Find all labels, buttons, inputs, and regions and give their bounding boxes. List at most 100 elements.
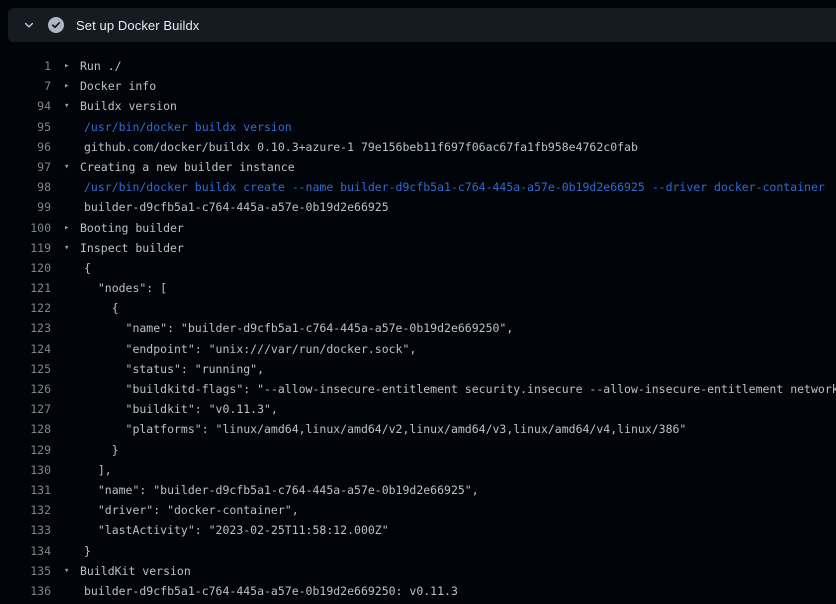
log-line: 124 "endpoint": "unix:///var/run/docker.…	[0, 339, 836, 359]
line-number[interactable]: 125	[0, 359, 51, 379]
line-number[interactable]: 123	[0, 318, 51, 338]
output-text: "lastActivity": "2023-02-25T11:58:12.000…	[80, 520, 836, 540]
line-number[interactable]: 130	[0, 460, 51, 480]
line-number[interactable]: 134	[0, 541, 51, 561]
arrow-spacer	[64, 177, 80, 197]
log-line: 100 ▸Booting builder	[0, 218, 836, 238]
output-text: "status": "running",	[80, 359, 836, 379]
line-number[interactable]: 120	[0, 258, 51, 278]
log-line: 95/usr/bin/docker buildx version	[0, 117, 836, 137]
output-text: "buildkitd-flags": "--allow-insecure-ent…	[80, 379, 836, 399]
line-number[interactable]: 1	[0, 56, 51, 76]
log-line: 94 ▾Buildx version	[0, 96, 836, 116]
line-number[interactable]: 99	[0, 197, 51, 217]
log-line: 1 ▸Run ./	[0, 56, 836, 76]
arrow-spacer	[64, 117, 80, 137]
arrow-spacer	[64, 339, 80, 359]
line-number[interactable]: 94	[0, 96, 51, 116]
chevron-down-icon[interactable]	[23, 19, 35, 31]
group-title[interactable]: Creating a new builder instance	[80, 157, 836, 177]
output-text: {	[80, 258, 836, 278]
arrow-spacer	[64, 480, 80, 500]
line-number[interactable]: 97	[0, 157, 51, 177]
log-line: 96 github.com/docker/buildx 0.10.3+azure-…	[0, 137, 836, 157]
group-expanded-triangle-icon[interactable]: ▾	[64, 561, 80, 581]
arrow-spacer	[64, 541, 80, 561]
arrow-spacer	[64, 460, 80, 480]
group-collapsed-triangle-icon[interactable]: ▸	[64, 218, 80, 238]
line-number[interactable]: 119	[0, 238, 51, 258]
line-number[interactable]: 95	[0, 117, 51, 137]
output-text: github.com/docker/buildx 0.10.3+azure-1 …	[80, 137, 836, 157]
arrow-spacer	[64, 359, 80, 379]
group-expanded-triangle-icon[interactable]: ▾	[64, 157, 80, 177]
output-text: builder-d9cfb5a1-c764-445a-a57e-0b19d2e6…	[80, 581, 836, 601]
line-number[interactable]: 7	[0, 76, 51, 96]
log-line: 125 "status": "running",	[0, 359, 836, 379]
line-number[interactable]: 131	[0, 480, 51, 500]
log-line: 97 ▾Creating a new builder instance	[0, 157, 836, 177]
line-number[interactable]: 135	[0, 561, 51, 581]
arrow-spacer	[64, 278, 80, 298]
line-number[interactable]: 133	[0, 520, 51, 540]
output-text: {	[80, 298, 836, 318]
log-line: 128 "platforms": "linux/amd64,linux/amd6…	[0, 419, 836, 439]
line-number[interactable]: 132	[0, 500, 51, 520]
output-text: "name": "builder-d9cfb5a1-c764-445a-a57e…	[80, 318, 836, 338]
step-header[interactable]: Set up Docker Buildx	[8, 8, 836, 42]
output-text: "driver": "docker-container",	[80, 500, 836, 520]
line-number[interactable]: 127	[0, 399, 51, 419]
log-line: 123 "name": "builder-d9cfb5a1-c764-445a-…	[0, 318, 836, 338]
line-number[interactable]: 122	[0, 298, 51, 318]
command-text: /usr/bin/docker buildx version	[80, 117, 836, 137]
line-number[interactable]: 124	[0, 339, 51, 359]
log-line: 135 ▾BuildKit version	[0, 561, 836, 581]
arrow-spacer	[64, 379, 80, 399]
line-number[interactable]: 121	[0, 278, 51, 298]
group-expanded-triangle-icon[interactable]: ▾	[64, 96, 80, 116]
step-title: Set up Docker Buildx	[76, 18, 199, 33]
group-title[interactable]: Buildx version	[80, 96, 836, 116]
log-line: 131 "name": "builder-d9cfb5a1-c764-445a-…	[0, 480, 836, 500]
arrow-spacer	[64, 258, 80, 278]
line-number[interactable]: 128	[0, 419, 51, 439]
command-text: /usr/bin/docker buildx create --name bui…	[80, 177, 836, 197]
log-line: 130 ],	[0, 460, 836, 480]
log-line: 134}	[0, 541, 836, 561]
line-number[interactable]: 126	[0, 379, 51, 399]
output-text: ],	[80, 460, 836, 480]
log-line: 126 "buildkitd-flags": "--allow-insecure…	[0, 379, 836, 399]
group-title[interactable]: Docker info	[80, 76, 836, 96]
group-expanded-triangle-icon[interactable]: ▾	[64, 238, 80, 258]
line-number[interactable]: 136	[0, 581, 51, 601]
log-line: 7 ▸Docker info	[0, 76, 836, 96]
arrow-spacer	[64, 318, 80, 338]
output-text: "buildkit": "v0.11.3",	[80, 399, 836, 419]
log-line: 121 "nodes": [	[0, 278, 836, 298]
group-collapsed-triangle-icon[interactable]: ▸	[64, 56, 80, 76]
log-line: 99 builder-d9cfb5a1-c764-445a-a57e-0b19d2…	[0, 197, 836, 217]
group-collapsed-triangle-icon[interactable]: ▸	[64, 76, 80, 96]
arrow-spacer	[64, 197, 80, 217]
output-text: "nodes": [	[80, 278, 836, 298]
log-line: 119 ▾Inspect builder	[0, 238, 836, 258]
line-number[interactable]: 100	[0, 218, 51, 238]
status-check-icon	[48, 17, 64, 33]
group-title[interactable]: Inspect builder	[80, 238, 836, 258]
log-line: 133 "lastActivity": "2023-02-25T11:58:12…	[0, 520, 836, 540]
log-line: 120 {	[0, 258, 836, 278]
line-number[interactable]: 129	[0, 440, 51, 460]
group-title[interactable]: Run ./	[80, 56, 836, 76]
group-title[interactable]: BuildKit version	[80, 561, 836, 581]
arrow-spacer	[64, 298, 80, 318]
arrow-spacer	[64, 440, 80, 460]
group-title[interactable]: Booting builder	[80, 218, 836, 238]
log-line: 132 "driver": "docker-container",	[0, 500, 836, 520]
line-number[interactable]: 98	[0, 177, 51, 197]
log-line: 127 "buildkit": "v0.11.3",	[0, 399, 836, 419]
arrow-spacer	[64, 581, 80, 601]
output-text: builder-d9cfb5a1-c764-445a-a57e-0b19d2e6…	[80, 197, 836, 217]
line-number[interactable]: 96	[0, 137, 51, 157]
output-text: }	[80, 440, 836, 460]
log-container: 1▸Run ./7▸Docker info94▾Buildx version95…	[0, 56, 836, 601]
